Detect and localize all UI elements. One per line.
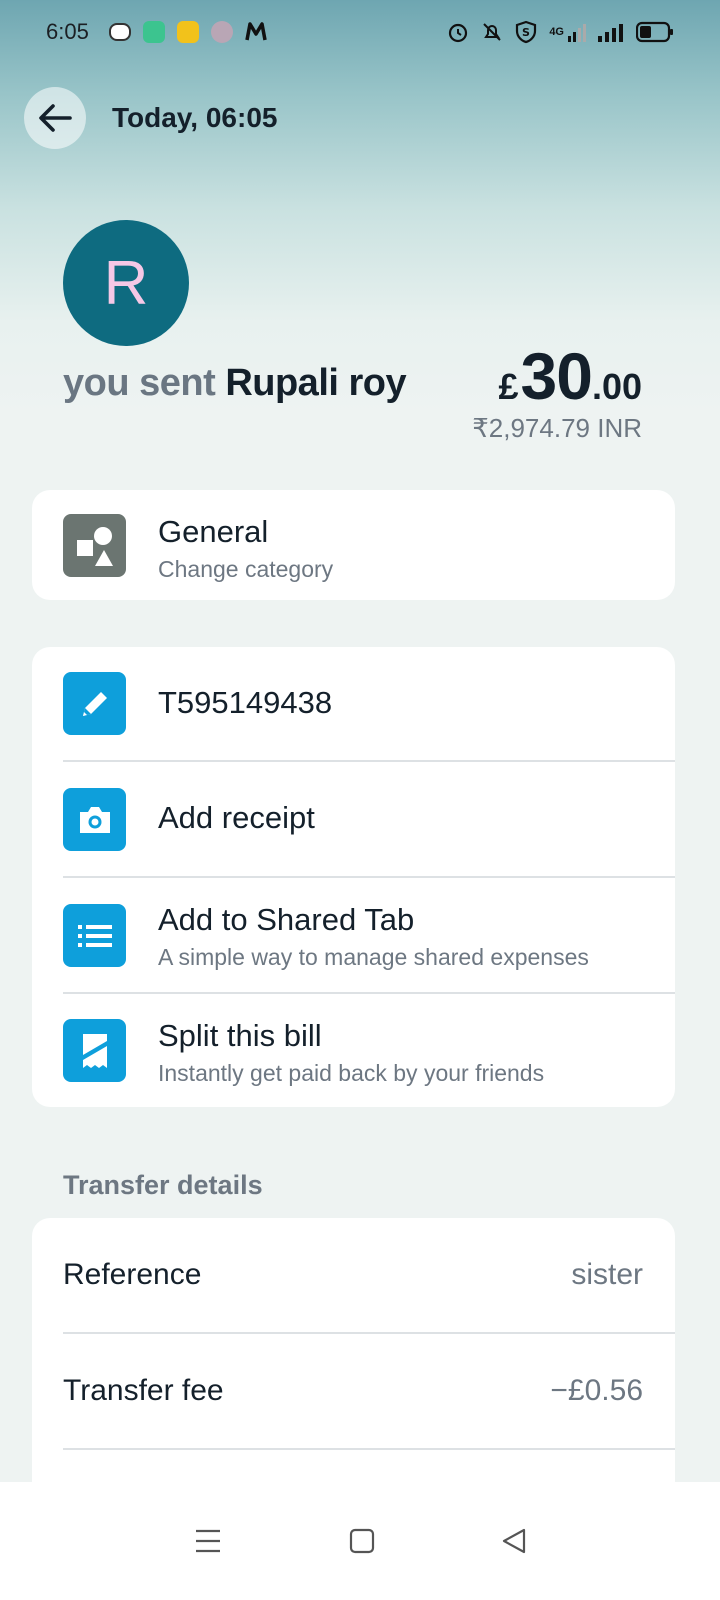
add-receipt-text: Add receipt [158, 800, 315, 836]
menu-icon[interactable] [193, 1528, 223, 1554]
amount-whole: 30 [520, 339, 593, 413]
actions-card: T595149438 Add receipt Add to Shared Tab… [32, 647, 675, 1107]
signal-weak-icon [568, 24, 586, 42]
section-title-transfer-details: Transfer details [63, 1170, 263, 1200]
signal-strong-icon [598, 24, 623, 42]
reference-row: Reference sister [32, 1218, 675, 1332]
amount-decimal: .00 [591, 366, 642, 407]
system-navigation-bar [0, 1482, 720, 1600]
amount: £ 30 .00 [499, 338, 643, 414]
page-title: Today, 06:05 [112, 102, 278, 133]
split-bill-row[interactable]: Split this bill Instantly get paid back … [32, 994, 675, 1107]
shared-tab-title: Add to Shared Tab [158, 902, 415, 937]
m-app-icon [245, 22, 267, 41]
shared-tab-text: Add to Shared Tab A simple way to manage… [158, 902, 589, 971]
add-receipt-row[interactable]: Add receipt [32, 762, 675, 876]
reference-label: Reference [63, 1258, 202, 1291]
avatar: R [63, 220, 189, 346]
arrow-left-icon [39, 104, 72, 132]
alarm-icon [449, 23, 468, 43]
recipient-name: Rupali roy [225, 362, 407, 404]
reference-value: sister [571, 1258, 643, 1291]
note-title: T595149438 [158, 685, 333, 720]
svg-text:S: S [522, 26, 530, 39]
notification-icons [108, 21, 267, 43]
converted-amount: ₹2,974.79 INR [472, 413, 642, 443]
home-square-icon[interactable] [349, 1528, 375, 1554]
status-time: 6:05 [46, 19, 89, 44]
note-row[interactable]: T595149438 [32, 647, 675, 761]
divider [63, 1448, 675, 1450]
sent-to-line: you sent Rupali roy [63, 362, 407, 405]
green-app-icon [142, 21, 165, 43]
shared-tab-subtitle: A simple way to manage shared expenses [158, 944, 589, 970]
shield-icon: S [516, 20, 537, 44]
amount-currency: £ [498, 366, 519, 407]
transfer-fee-value: −£0.56 [550, 1374, 643, 1407]
system-status-icons: S 4G [447, 20, 674, 44]
note-text: T595149438 [158, 685, 332, 721]
back-button[interactable] [24, 87, 86, 149]
category-card[interactable]: General Change category [32, 490, 675, 600]
camera-icon [63, 788, 126, 851]
transfer-details-card: Reference sister Transfer fee −£0.56 [32, 1218, 675, 1518]
network-type-indicator: 4G [549, 26, 564, 38]
shared-tab-row[interactable]: Add to Shared Tab A simple way to manage… [32, 878, 675, 992]
split-bill-subtitle: Instantly get paid back by your friends [158, 1060, 545, 1086]
transfer-fee-row: Transfer fee −£0.56 [32, 1334, 675, 1448]
split-bill-text: Split this bill Instantly get paid back … [158, 1018, 544, 1087]
add-receipt-title: Add receipt [158, 800, 315, 835]
shapes-icon [63, 514, 126, 577]
split-bill-title: Split this bill [158, 1018, 322, 1053]
mute-bell-icon [483, 23, 502, 41]
category-text: General Change category [158, 514, 333, 583]
sent-prefix: you sent [63, 362, 216, 404]
settings-app-icon [210, 21, 233, 43]
back-triangle-icon[interactable] [501, 1527, 527, 1555]
status-bar: 6:05 S 4G [0, 0, 720, 64]
category-title: General [158, 514, 269, 549]
transfer-fee-label: Transfer fee [63, 1374, 224, 1407]
battery-icon [636, 21, 673, 43]
pencil-icon [63, 672, 126, 735]
receipt-split-icon [63, 1019, 126, 1082]
gamepad-app-icon [108, 23, 131, 41]
avatar-letter: R [103, 248, 149, 318]
list-icon [63, 904, 126, 967]
change-category-link[interactable]: Change category [158, 556, 333, 583]
yellow-app-icon [176, 21, 199, 43]
